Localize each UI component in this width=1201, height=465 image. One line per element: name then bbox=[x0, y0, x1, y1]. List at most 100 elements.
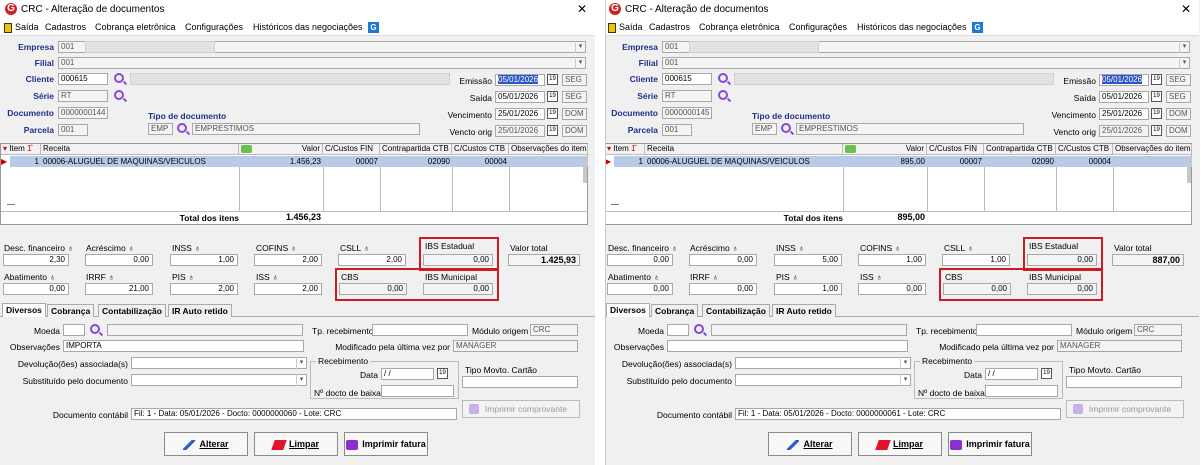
col-header-contrapartida[interactable]: Contrapartida CTB bbox=[380, 144, 452, 155]
saida-field[interactable]: 05/01/2026 bbox=[1099, 91, 1149, 103]
cofins-field[interactable]: 2,00 bbox=[254, 254, 322, 266]
csll-field[interactable]: 2,00 bbox=[338, 254, 406, 266]
col-header-valor[interactable]: Valor bbox=[239, 144, 323, 155]
col-header-valor[interactable]: Valor bbox=[843, 144, 927, 155]
cliente-field[interactable]: 000615 bbox=[662, 73, 712, 85]
devolucoes-dropdown-icon[interactable]: ▾ bbox=[900, 357, 910, 369]
tipo-doc-code-field[interactable]: EMP bbox=[148, 123, 173, 135]
filial-field[interactable]: 001 bbox=[58, 57, 586, 69]
devolucoes-select[interactable] bbox=[735, 357, 911, 369]
close-button[interactable]: ✕ bbox=[1181, 2, 1191, 16]
moeda-search-icon[interactable] bbox=[90, 324, 100, 334]
desc-fin-field[interactable]: 0,00 bbox=[607, 254, 673, 266]
moeda-search-icon[interactable] bbox=[694, 324, 704, 334]
irrf-field[interactable]: 0,00 bbox=[689, 283, 757, 295]
iss-field[interactable]: 2,00 bbox=[254, 283, 322, 295]
menu-cobranca[interactable]: Cobrança eletrônica bbox=[95, 22, 176, 32]
abatimento-field[interactable]: 0,00 bbox=[607, 283, 673, 295]
filial-dropdown-icon[interactable]: ▾ bbox=[575, 57, 585, 69]
emissao-calendar-icon[interactable]: 19 bbox=[547, 74, 558, 85]
data-calendar-icon[interactable]: 19 bbox=[437, 368, 448, 379]
grid-scrollbar[interactable] bbox=[583, 157, 587, 183]
help-icon[interactable]: G bbox=[368, 22, 379, 33]
inss-field[interactable]: 5,00 bbox=[774, 254, 842, 266]
empresa-dropdown-icon[interactable]: ▾ bbox=[575, 41, 585, 53]
grid-splitter[interactable] bbox=[611, 204, 619, 205]
menu-historicos[interactable]: Históricos das negociações bbox=[253, 22, 363, 32]
close-button[interactable]: ✕ bbox=[577, 2, 587, 16]
col-header-obs[interactable]: Observações do item bbox=[1113, 144, 1192, 155]
devolucoes-dropdown-icon[interactable]: ▾ bbox=[296, 357, 306, 369]
emissao-field[interactable]: 05/01/2026 bbox=[1099, 74, 1149, 86]
col-header-contrapartida[interactable]: Contrapartida CTB bbox=[984, 144, 1056, 155]
serie-field[interactable]: RT bbox=[662, 90, 712, 102]
limpar-button[interactable]: Limpar bbox=[254, 432, 338, 456]
moeda-field[interactable] bbox=[63, 324, 85, 336]
substituido-select[interactable] bbox=[131, 374, 307, 386]
col-header-item[interactable]: ▾ Item 1̂ bbox=[1, 144, 41, 155]
menu-configuracoes[interactable]: Configurações bbox=[185, 22, 243, 32]
saida-field[interactable]: 05/01/2026 bbox=[495, 91, 545, 103]
help-icon[interactable]: G bbox=[972, 22, 983, 33]
tab-ir-auto-retido[interactable]: IR Auto retido bbox=[772, 304, 836, 317]
cliente-search-icon[interactable] bbox=[114, 73, 124, 83]
grid-scrollbar[interactable] bbox=[1187, 157, 1191, 183]
abatimento-field[interactable]: 0,00 bbox=[3, 283, 69, 295]
saida-calendar-icon[interactable]: 19 bbox=[1151, 91, 1162, 102]
imprimir-fatura-button[interactable]: Imprimir fatura bbox=[344, 432, 428, 456]
documento-field[interactable]: 0000000145 bbox=[662, 107, 712, 119]
cofins-field[interactable]: 1,00 bbox=[858, 254, 926, 266]
pis-field[interactable]: 2,00 bbox=[170, 283, 238, 295]
serie-search-icon[interactable] bbox=[114, 90, 124, 100]
alterar-button[interactable]: Alterar bbox=[164, 432, 248, 456]
substituido-dropdown-icon[interactable]: ▾ bbox=[900, 374, 910, 386]
limpar-button[interactable]: Limpar bbox=[858, 432, 942, 456]
imprimir-fatura-button[interactable]: Imprimir fatura bbox=[948, 432, 1032, 456]
grid-splitter[interactable] bbox=[7, 204, 15, 205]
acrescimo-field[interactable]: 0,00 bbox=[85, 254, 153, 266]
moeda-field[interactable] bbox=[667, 324, 689, 336]
vencimento-field[interactable]: 25/01/2026 bbox=[1099, 108, 1149, 120]
observacoes-field[interactable] bbox=[667, 340, 908, 352]
emissao-calendar-icon[interactable]: 19 bbox=[1151, 74, 1162, 85]
observacoes-field[interactable]: IMPORTA bbox=[63, 340, 304, 352]
inss-field[interactable]: 1,00 bbox=[170, 254, 238, 266]
emissao-field[interactable]: 05/01/2026 bbox=[495, 74, 545, 86]
menu-saida[interactable]: Saída bbox=[15, 22, 39, 32]
data-field[interactable]: / / bbox=[381, 368, 434, 380]
tp-receb-field[interactable] bbox=[372, 324, 468, 336]
data-calendar-icon[interactable]: 19 bbox=[1041, 368, 1052, 379]
iss-field[interactable]: 0,00 bbox=[858, 283, 926, 295]
serie-field[interactable]: RT bbox=[58, 90, 108, 102]
parcela-field[interactable]: 001 bbox=[662, 124, 692, 136]
csll-field[interactable]: 1,00 bbox=[942, 254, 1010, 266]
col-header-obs[interactable]: Observações do item bbox=[509, 144, 588, 155]
menu-cobranca[interactable]: Cobrança eletrônica bbox=[699, 22, 780, 32]
tp-receb-field[interactable] bbox=[976, 324, 1072, 336]
devolucoes-select[interactable] bbox=[131, 357, 307, 369]
filial-dropdown-icon[interactable]: ▾ bbox=[1179, 57, 1189, 69]
menu-cadastros[interactable]: Cadastros bbox=[649, 22, 690, 32]
desc-fin-field[interactable]: 2,30 bbox=[3, 254, 69, 266]
tab-cobranca[interactable]: Cobrança bbox=[47, 304, 95, 317]
col-header-ccctb[interactable]: C/Custos CTB bbox=[452, 144, 509, 155]
documento-field[interactable]: 0000000144 bbox=[58, 107, 108, 119]
parcela-field[interactable]: 001 bbox=[58, 124, 88, 136]
tab-cobranca[interactable]: Cobrança bbox=[651, 304, 699, 317]
menu-historicos[interactable]: Históricos das negociações bbox=[857, 22, 967, 32]
vencimento-field[interactable]: 25/01/2026 bbox=[495, 108, 545, 120]
imprimir-comprovante-button[interactable]: Imprimir comprovante bbox=[1066, 400, 1184, 418]
tab-contabilizacao[interactable]: Contabilização bbox=[702, 304, 770, 317]
menu-configuracoes[interactable]: Configurações bbox=[789, 22, 847, 32]
tab-diversos[interactable]: Diversos bbox=[606, 303, 650, 317]
col-header-ccctb[interactable]: C/Custos CTB bbox=[1056, 144, 1113, 155]
col-header-ccfin[interactable]: C/Custos FIN bbox=[323, 144, 380, 155]
serie-search-icon[interactable] bbox=[718, 90, 728, 100]
alterar-button[interactable]: Alterar bbox=[768, 432, 852, 456]
menu-saida[interactable]: Saída bbox=[619, 22, 643, 32]
substituido-select[interactable] bbox=[735, 374, 911, 386]
tab-diversos[interactable]: Diversos bbox=[2, 303, 46, 317]
saida-calendar-icon[interactable]: 19 bbox=[547, 91, 558, 102]
acrescimo-field[interactable]: 0,00 bbox=[689, 254, 757, 266]
irrf-field[interactable]: 21,00 bbox=[85, 283, 153, 295]
